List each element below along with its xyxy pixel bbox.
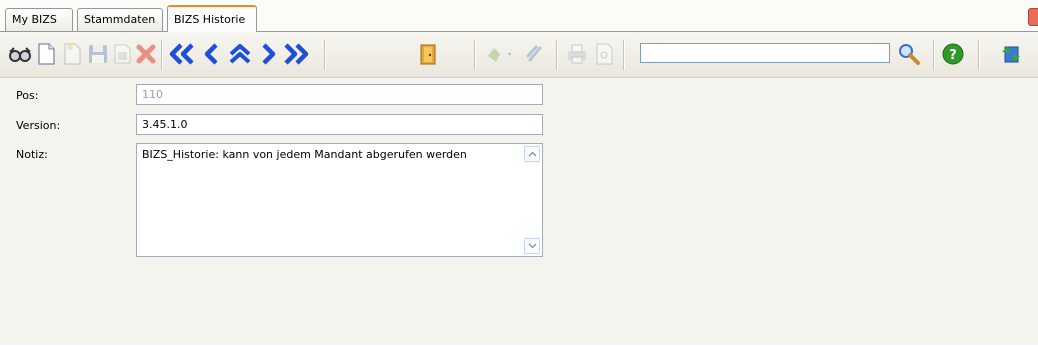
up-record-icon[interactable] (228, 42, 252, 66)
print-preview-icon[interactable] (110, 42, 134, 66)
version-label: Version: (16, 119, 61, 132)
copy-document-icon[interactable] (60, 42, 84, 66)
pos-label: Pos: (16, 89, 39, 102)
svg-text:?: ? (949, 48, 957, 63)
new-document-icon[interactable] (34, 42, 58, 66)
paperclip-icon[interactable] (522, 42, 546, 66)
close-tab-icon[interactable] (1028, 8, 1038, 26)
tab-label: My BIZS (12, 13, 57, 26)
help-icon[interactable]: ? (941, 42, 965, 66)
chevron-down-icon (528, 243, 536, 249)
notiz-label: Notiz: (16, 148, 48, 161)
attach-icon[interactable] (484, 42, 516, 66)
toolbar-separator (474, 40, 476, 70)
glasses-icon[interactable] (8, 42, 32, 66)
scroll-down-button[interactable] (524, 238, 540, 254)
chevron-up-icon (528, 151, 536, 157)
toolbar-separator (623, 40, 625, 70)
tab-label: Stammdaten (84, 13, 156, 26)
pos-field[interactable]: 110 (136, 84, 543, 105)
previous-record-icon[interactable] (200, 42, 224, 66)
next-record-icon[interactable] (256, 42, 280, 66)
toolbar-separator (556, 40, 558, 70)
delete-icon[interactable] (134, 42, 158, 66)
toolbar-separator (161, 40, 163, 70)
toolbar-separator (978, 40, 980, 70)
exit-door-icon[interactable] (416, 42, 440, 66)
save-icon[interactable] (86, 42, 110, 66)
toolbar-separator (933, 40, 935, 70)
scroll-up-button[interactable] (524, 146, 540, 162)
tab-my-bizs[interactable]: My BIZS (5, 8, 73, 31)
tab-strip: My BIZS Stammdaten BIZS Historie (0, 0, 1038, 32)
tab-stammdaten[interactable]: Stammdaten (77, 8, 163, 31)
toolbar-separator (324, 40, 326, 70)
print-icon[interactable] (565, 42, 589, 66)
tab-label: BIZS Historie (174, 13, 246, 26)
search-icon[interactable] (897, 42, 921, 66)
refresh-icon[interactable] (999, 42, 1023, 66)
first-record-icon[interactable] (168, 42, 196, 66)
version-field[interactable]: 3.45.1.0 (136, 114, 543, 135)
last-record-icon[interactable] (282, 42, 310, 66)
notiz-textarea[interactable]: BIZS_Historie: kann von jedem Mandant ab… (136, 143, 543, 257)
notiz-text: BIZS_Historie: kann von jedem Mandant ab… (142, 148, 467, 161)
page-preview-icon[interactable] (592, 42, 616, 66)
search-input[interactable] (640, 43, 890, 63)
tab-bizs-historie[interactable]: BIZS Historie (167, 5, 257, 32)
